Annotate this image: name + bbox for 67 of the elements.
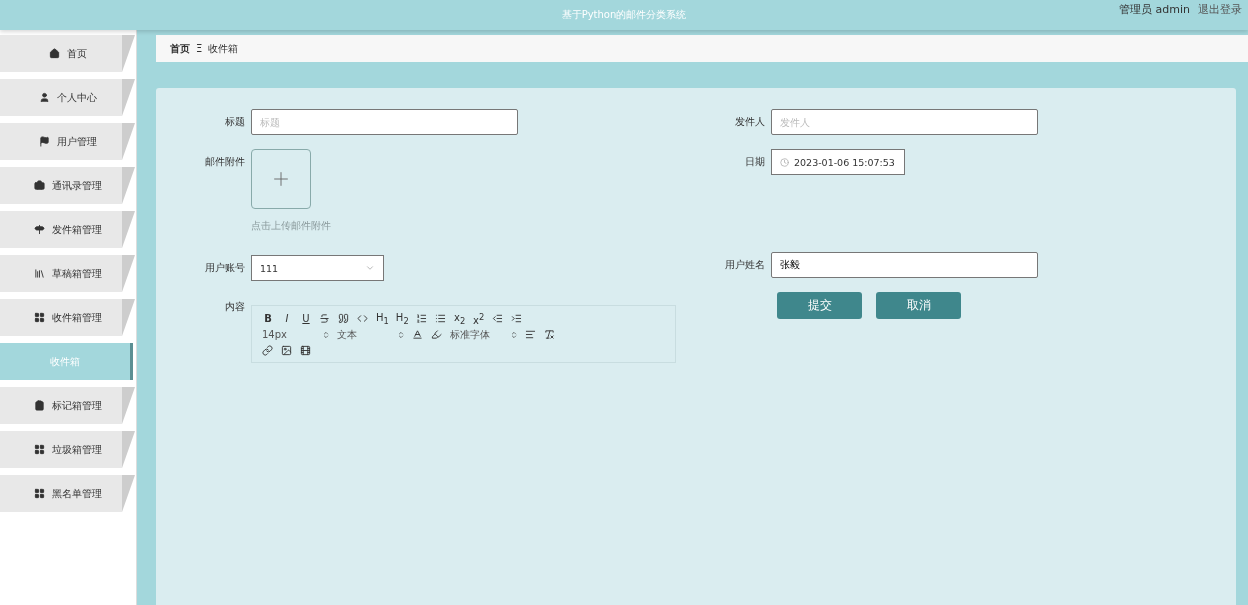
strikethrough-icon[interactable] [319, 312, 331, 325]
menu-item[interactable]: 黑名单管理 [0, 475, 135, 512]
cancel-button[interactable]: 取消 [876, 292, 961, 319]
user-icon [38, 92, 50, 103]
up-down-icon [510, 330, 518, 339]
menu-item[interactable]: 个人中心 [0, 79, 135, 116]
link-icon[interactable] [262, 344, 274, 357]
menu-item[interactable]: 标记箱管理 [0, 387, 135, 424]
grid-icon [33, 488, 45, 499]
outdent-icon[interactable] [491, 312, 504, 325]
account-select[interactable]: 111 [251, 255, 384, 281]
menu-item[interactable]: 收件箱管理 [0, 299, 135, 336]
clear-format-icon[interactable] [544, 328, 556, 341]
field-label: 邮件附件 [204, 155, 246, 169]
grid-icon [33, 312, 45, 323]
up-down-icon [322, 330, 330, 339]
font-color-icon[interactable] [412, 328, 424, 341]
indent-icon[interactable] [510, 312, 523, 325]
toolbar-select[interactable]: 14px [262, 328, 330, 341]
clock-icon [780, 157, 789, 167]
menu-item[interactable]: 草稿箱管理 [0, 255, 135, 292]
breadcrumb-separator: Ξ [196, 43, 203, 54]
field-label: 用户姓名 [724, 258, 766, 272]
format-button[interactable]: x$^{2}$ [472, 312, 485, 325]
code-icon[interactable] [357, 312, 369, 325]
field-label: 发件人 [734, 115, 766, 129]
flag-icon [38, 136, 50, 147]
name-input[interactable]: 张毅 [771, 252, 1038, 278]
date-field[interactable]: 2023-01-06 15:07:53 [771, 149, 905, 175]
chevron-down-icon [365, 263, 375, 273]
home-icon [48, 48, 60, 59]
image-icon[interactable] [281, 344, 293, 357]
menu-item[interactable]: 通讯录管理 [0, 167, 135, 204]
field-label: 日期 [744, 155, 766, 169]
grid-icon [33, 444, 45, 455]
bullet-list-icon[interactable] [434, 312, 447, 325]
format-button[interactable]: H$_{2}$ [395, 312, 409, 325]
system-title: 基于Python的邮件分类系统 [561, 8, 687, 22]
quote-icon[interactable] [338, 312, 350, 325]
breadcrumb-link[interactable]: 首页 [170, 41, 190, 56]
menu-item[interactable]: 发件箱管理 [0, 211, 135, 248]
logout-link[interactable]: 退出登录 [1198, 2, 1242, 17]
user-label: 管理员 admin [1119, 2, 1190, 17]
books-icon [33, 268, 45, 279]
toolbar-select[interactable]: 文本 [337, 328, 405, 341]
format-button[interactable]: H$_{1}$ [376, 312, 389, 325]
field-label: 标题 [224, 115, 246, 129]
format-button[interactable]: B [262, 312, 274, 325]
up-down-icon [397, 330, 405, 339]
highlight-icon[interactable] [431, 328, 443, 341]
submit-button[interactable]: 提交 [777, 292, 862, 319]
title-input[interactable]: 标题 [251, 109, 518, 135]
ordered-list-icon[interactable] [415, 312, 428, 325]
menu-item[interactable]: 首页 [0, 35, 135, 72]
field-label: 用户账号 [204, 261, 246, 275]
format-button[interactable]: x$_{2}$ [453, 312, 466, 325]
breadcrumb-current[interactable]: 收件箱 [208, 41, 239, 56]
format-button[interactable]: I [281, 312, 293, 325]
sender-input[interactable]: 发件人 [771, 109, 1038, 135]
format-button[interactable]: U [300, 312, 312, 325]
film-icon[interactable] [300, 344, 312, 357]
align-icon[interactable] [525, 328, 537, 341]
field-label: 内容 [224, 301, 246, 313]
menu-item[interactable]: 用户管理 [0, 123, 135, 160]
signpost-icon [33, 224, 45, 235]
toolbar-select[interactable]: 标准字体 [450, 328, 518, 341]
menu-item[interactable]: 垃圾箱管理 [0, 431, 135, 468]
